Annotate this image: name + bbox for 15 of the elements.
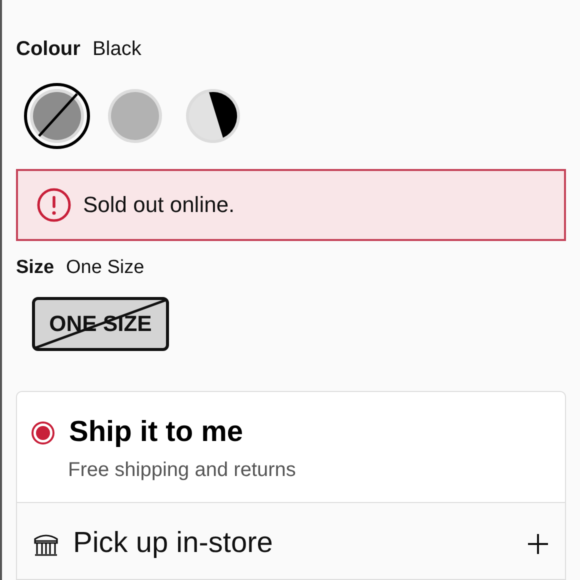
plus-icon bbox=[527, 532, 549, 554]
store-icon bbox=[33, 532, 59, 556]
option-title: Pick up in-store bbox=[73, 527, 274, 560]
colour-swatch[interactable] bbox=[24, 83, 90, 149]
colour-value: Black bbox=[92, 38, 142, 61]
size-value: One Size bbox=[66, 257, 144, 279]
option-title: Ship it to me bbox=[69, 416, 243, 449]
size-label: Size bbox=[16, 257, 54, 279]
option-subtitle: Free shipping and returns bbox=[67, 459, 297, 482]
alert-message: Sold out online. bbox=[83, 192, 235, 218]
pickup-row[interactable]: Pick up in-store bbox=[17, 503, 565, 560]
warning-icon bbox=[37, 188, 71, 222]
colour-label: Colour bbox=[16, 38, 80, 61]
size-option[interactable]: ONE SIZE bbox=[32, 297, 169, 351]
radio-button[interactable] bbox=[31, 420, 55, 444]
